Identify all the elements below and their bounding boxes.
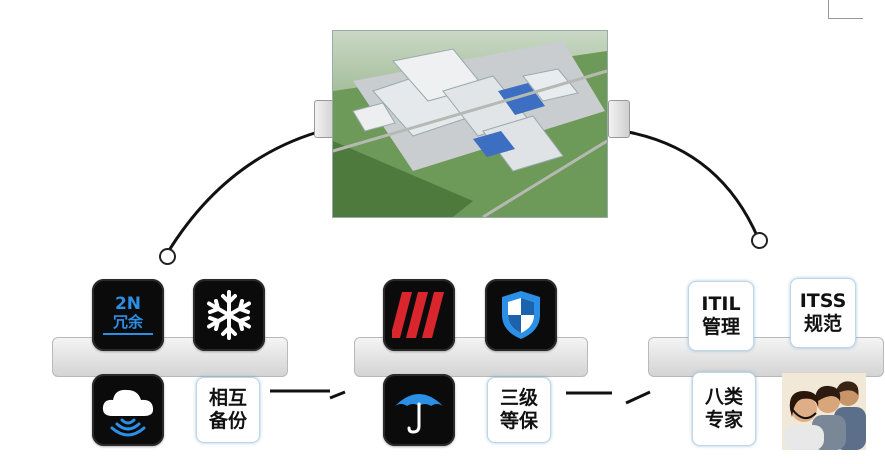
mutual-backup-label: 相互 备份 (196, 377, 260, 443)
level3-protection-label: 三级 等保 (487, 377, 551, 443)
shield-tile (485, 279, 557, 351)
umbrella-icon (395, 394, 443, 434)
itil-management-text: ITIL 管理 (701, 293, 741, 338)
datacenter-aerial-image (332, 30, 608, 218)
red-stripes-tile (383, 279, 455, 351)
eight-experts-label: 八类 专家 (692, 372, 756, 446)
redundancy-2n-tile: 2N 冗余 (92, 279, 164, 351)
mutual-backup-text: 相互 备份 (208, 387, 247, 432)
redundancy-text-label: 冗余 (112, 313, 143, 331)
itss-standard-label: ITSS 规范 (790, 278, 856, 348)
support-team-photo (782, 373, 866, 450)
itil-management-label: ITIL 管理 (688, 281, 754, 351)
cloud-signal-icon (102, 389, 154, 437)
right-arc-knob (751, 232, 768, 249)
cloud-tile (92, 374, 164, 446)
redundancy-2n-label: 2N (114, 294, 142, 314)
eight-experts-text: 八类 专家 (704, 386, 743, 431)
right-tab (608, 100, 630, 138)
level3-protection-text: 三级 等保 (499, 387, 538, 432)
snowflake-icon (207, 290, 251, 340)
umbrella-tile (383, 374, 455, 446)
snowflake-tile (193, 279, 265, 351)
itss-standard-text: ITSS 规范 (799, 290, 847, 335)
shield-icon (502, 291, 540, 339)
left-arc-knob (159, 248, 176, 265)
red-stripes-icon (392, 292, 444, 338)
underline (103, 333, 153, 335)
